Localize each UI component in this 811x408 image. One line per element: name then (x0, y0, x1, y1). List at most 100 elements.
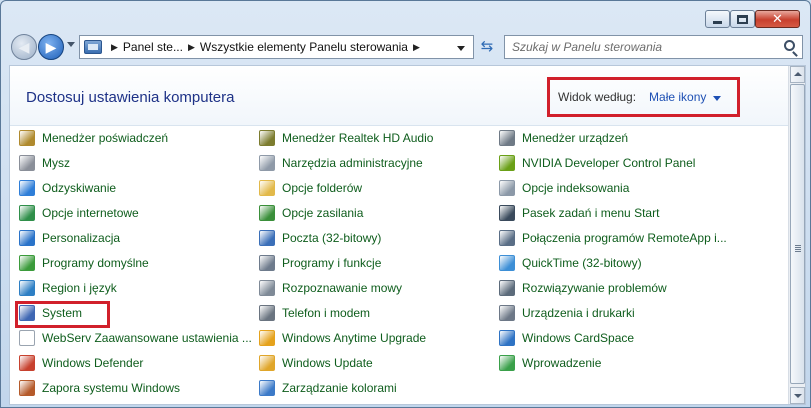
control-panel-item[interactable]: Menedżer Realtek HD Audio (259, 127, 433, 149)
breadcrumb-separator-icon[interactable]: ▶ (413, 42, 420, 53)
troubleshooting-icon (499, 280, 515, 296)
control-panel-item[interactable]: Windows CardSpace (499, 327, 634, 349)
forward-button[interactable]: ▶ (38, 34, 64, 60)
scroll-up-button[interactable] (790, 66, 805, 83)
webserv-icon (19, 330, 35, 346)
windows-update-icon (259, 355, 275, 371)
control-panel-item[interactable]: Region i język (19, 277, 117, 299)
chevron-down-icon[interactable] (713, 95, 722, 101)
search-icon[interactable] (784, 40, 795, 51)
breadcrumb-control-panel[interactable]: Panel ste... (123, 40, 183, 54)
control-panel-item[interactable]: NVIDIA Developer Control Panel (499, 152, 695, 174)
control-panel-item[interactable]: Menedżer poświadczeń (19, 127, 168, 149)
control-panel-item[interactable]: Opcje zasilania (259, 202, 363, 224)
control-panel-item-label: Narzędzia administracyjne (282, 156, 423, 170)
control-panel-item-label: Połączenia programów RemoteApp i... (522, 231, 727, 245)
control-panel-item[interactable]: Wprowadzenie (499, 352, 601, 374)
control-panel-item[interactable]: Narzędzia administracyjne (259, 152, 423, 174)
control-panel-item[interactable]: Połączenia programów RemoteApp i... (499, 227, 727, 249)
power-options-icon (259, 205, 275, 221)
control-panel-item[interactable]: Urządzenia i drukarki (499, 302, 635, 324)
control-panel-item-label: Menedżer poświadczeń (42, 131, 169, 145)
phone-modem-icon (259, 305, 275, 321)
default-programs-icon (19, 255, 35, 271)
control-panel-item[interactable]: Rozwiązywanie problemów (499, 277, 667, 299)
folder-options-icon (259, 180, 275, 196)
control-panel-item[interactable]: Windows Defender (19, 352, 143, 374)
control-panel-item[interactable]: Pasek zadań i menu Start (499, 202, 659, 224)
mouse-icon (19, 155, 35, 171)
control-panel-item[interactable]: Programy i funkcje (259, 252, 381, 274)
heading-band: Dostosuj ustawienia komputera Widok wedł… (10, 66, 789, 126)
control-panel-item-label: Programy i funkcje (282, 256, 382, 270)
back-button[interactable]: ◀ (11, 34, 37, 60)
control-panel-item[interactable]: Zapora systemu Windows (19, 377, 180, 399)
recent-pages-icon[interactable] (67, 42, 75, 47)
address-dropdown-icon[interactable] (457, 46, 465, 51)
control-panel-item-label: Wprowadzenie (522, 356, 602, 370)
window-frame: ✕ ◀ ▶ ▶ Panel ste... ▶ Wszystkie element… (0, 0, 811, 408)
control-panel-item-label: WebServ Zaawansowane ustawienia ... (42, 331, 252, 345)
search-placeholder: Szukaj w Panelu sterowania (512, 40, 663, 54)
remoteapp-icon (499, 230, 515, 246)
control-panel-item-label: Opcje indeksowania (522, 181, 630, 195)
control-panel-item[interactable]: Poczta (32-bitowy) (259, 227, 381, 249)
control-panel-item[interactable]: Opcje internetowe (19, 202, 139, 224)
control-panel-item[interactable]: Menedżer urządzeń (499, 127, 628, 149)
control-panel-item[interactable]: Telefon i modem (259, 302, 370, 324)
windows-defender-icon (19, 355, 35, 371)
quicktime-icon (499, 255, 515, 271)
address-bar[interactable]: ▶ Panel ste... ▶ Wszystkie elementy Pane… (79, 35, 474, 59)
control-panel-item[interactable]: Odzyskiwanie (19, 177, 116, 199)
view-by-dropdown[interactable]: Małe ikony (649, 90, 706, 104)
refresh-button[interactable]: ⇆ (477, 37, 497, 57)
control-panel-item[interactable]: Windows Anytime Upgrade (259, 327, 426, 349)
vertical-scrollbar[interactable] (788, 66, 805, 404)
realtek-audio-icon (259, 130, 275, 146)
control-panel-item[interactable]: Opcje folderów (259, 177, 362, 199)
control-panel-item-label: Windows Anytime Upgrade (282, 331, 427, 345)
control-panel-item-label: Personalizacja (42, 231, 121, 245)
control-panel-item-label: Opcje internetowe (42, 206, 139, 220)
minimize-icon (713, 20, 722, 24)
credential-manager-icon (19, 130, 35, 146)
system-highlight (15, 301, 110, 328)
control-panel-item-label: Odzyskiwanie (42, 181, 117, 195)
scroll-down-button[interactable] (790, 387, 805, 404)
anytime-upgrade-icon (259, 330, 275, 346)
control-panel-item[interactable]: Rozpoznawanie mowy (259, 277, 402, 299)
scrollbar-thumb[interactable] (790, 84, 805, 384)
taskbar-icon (499, 205, 515, 221)
speech-recognition-icon (259, 280, 275, 296)
scroll-grip-icon (795, 245, 801, 252)
control-panel-item[interactable]: QuickTime (32-bitowy) (499, 252, 642, 274)
personalization-icon (19, 230, 35, 246)
control-panel-item[interactable]: Windows Update (259, 352, 373, 374)
breadcrumb-separator-icon[interactable]: ▶ (188, 42, 195, 53)
control-panel-item[interactable]: Personalizacja (19, 227, 120, 249)
control-panel-item-label: Urządzenia i drukarki (522, 306, 635, 320)
control-panel-item[interactable]: Programy domyślne (19, 252, 149, 274)
breadcrumb-all-items[interactable]: Wszystkie elementy Panelu sterowania (200, 40, 408, 54)
control-panel-item-label: Rozwiązywanie problemów (522, 281, 667, 295)
control-panel-item-label: Menedżer urządzeń (522, 131, 629, 145)
maximize-icon (737, 14, 748, 24)
view-by-label: Widok według: (558, 90, 637, 104)
control-panel-item-label: Programy domyślne (42, 256, 149, 270)
control-panel-item[interactable]: Zarządzanie kolorami (259, 377, 397, 399)
getting-started-icon (499, 355, 515, 371)
close-button[interactable]: ✕ (755, 10, 800, 28)
control-panel-item-label: Telefon i modem (282, 306, 371, 320)
control-panel-item[interactable]: Mysz (19, 152, 70, 174)
minimize-button[interactable] (705, 10, 730, 28)
recovery-icon (19, 180, 35, 196)
control-panel-item-label: Region i język (42, 281, 117, 295)
control-panel-item[interactable]: WebServ Zaawansowane ustawienia ... (19, 327, 252, 349)
breadcrumb-separator-icon[interactable]: ▶ (111, 42, 118, 53)
mail-icon (259, 230, 275, 246)
control-panel-item[interactable]: Opcje indeksowania (499, 177, 629, 199)
maximize-button[interactable] (730, 10, 755, 28)
admin-tools-icon (259, 155, 275, 171)
firewall-icon (19, 380, 35, 396)
search-input[interactable]: Szukaj w Panelu sterowania (504, 35, 803, 59)
